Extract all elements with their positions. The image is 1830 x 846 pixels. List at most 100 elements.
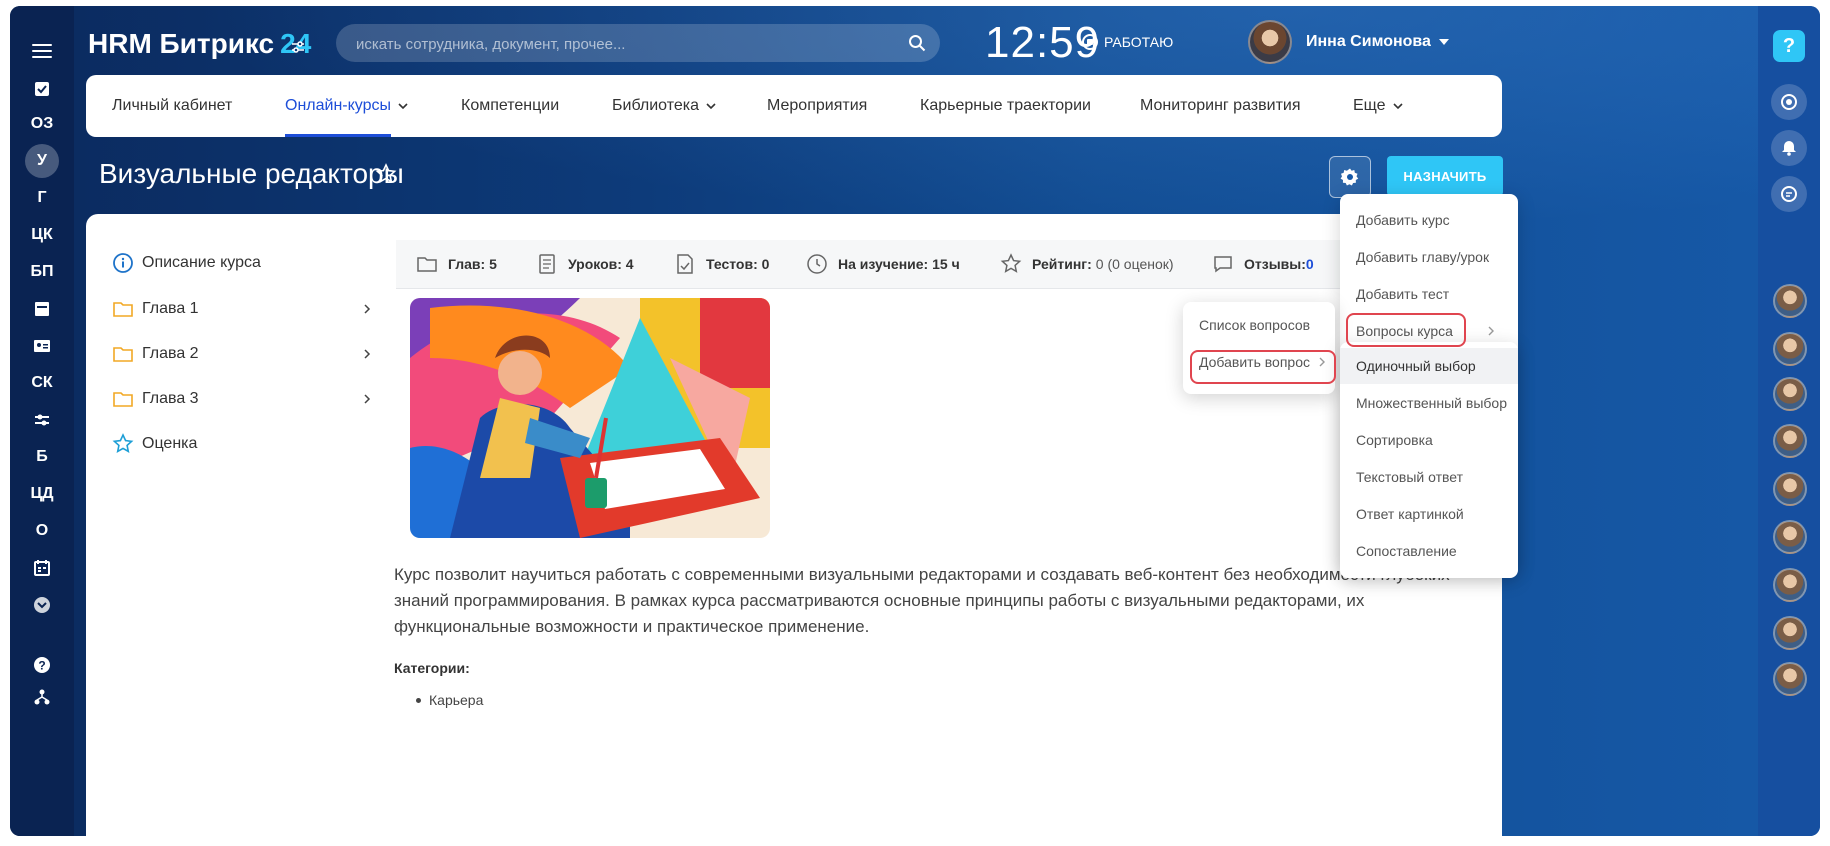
- help-icon[interactable]: ?: [20, 650, 64, 680]
- favorite-star-icon[interactable]: [374, 162, 398, 186]
- chevron-right-icon[interactable]: [362, 394, 372, 404]
- global-search[interactable]: [336, 24, 940, 64]
- more-down-icon[interactable]: [20, 590, 64, 620]
- stat-reviews[interactable]: Отзывы: 0: [1212, 240, 1314, 288]
- rail-item-cd[interactable]: ЦД: [20, 479, 64, 509]
- chevron-right-icon[interactable]: [362, 304, 372, 314]
- work-status[interactable]: РАБОТАЮ: [1082, 34, 1173, 50]
- avatar[interactable]: [1773, 568, 1807, 602]
- nav-label: Еще: [1353, 97, 1386, 114]
- search-input[interactable]: [354, 24, 898, 64]
- star-icon: [1000, 253, 1022, 273]
- chat-icon[interactable]: [1771, 176, 1807, 212]
- schedule-icon[interactable]: [20, 553, 64, 583]
- highlight-course-questions: [1346, 313, 1466, 347]
- avatar[interactable]: [1773, 616, 1807, 650]
- menu-item-text-answer[interactable]: Текстовый ответ: [1356, 459, 1463, 495]
- sidebar-label: Глава 3: [142, 390, 199, 407]
- menu-item-add-course[interactable]: Добавить курс: [1356, 202, 1450, 238]
- highlight-add-question: [1190, 350, 1336, 384]
- question-type-submenu: Одиночный выбор Множественный выбор Сорт…: [1340, 342, 1518, 578]
- sliders-icon[interactable]: [20, 405, 64, 435]
- contacts-icon[interactable]: [20, 331, 64, 361]
- avatar[interactable]: [1773, 284, 1807, 318]
- menu-item-single-choice[interactable]: Одиночный выбор: [1356, 348, 1476, 384]
- nav-item-events[interactable]: Мероприятия: [767, 75, 867, 137]
- stat-reviews-value[interactable]: 0: [1306, 256, 1314, 272]
- menu-item-add-test[interactable]: Добавить тест: [1356, 276, 1449, 312]
- search-icon[interactable]: [908, 34, 926, 52]
- avatar[interactable]: [1773, 424, 1807, 458]
- menu-item-multiple-choice[interactable]: Множественный выбор: [1356, 385, 1507, 421]
- sidebar-item-rating[interactable]: Оценка: [112, 429, 197, 459]
- stat-tests-text: Тестов: 0: [706, 256, 770, 272]
- copilot-icon[interactable]: [1771, 84, 1807, 120]
- tasks-icon[interactable]: [20, 74, 64, 104]
- sidebar-label: Оценка: [142, 435, 198, 452]
- caret-down-icon: [1438, 39, 1449, 45]
- rail-item-oz[interactable]: ОЗ: [20, 109, 64, 139]
- avatar[interactable]: [1773, 520, 1807, 554]
- sidebar-item-chapter-3[interactable]: Глава 3: [112, 384, 199, 414]
- chevron-right-icon[interactable]: [362, 349, 372, 359]
- menu-item-matching[interactable]: Сопоставление: [1356, 533, 1457, 569]
- menu-item-question-list[interactable]: Список вопросов: [1199, 307, 1310, 343]
- rail-item-u[interactable]: У: [20, 144, 64, 178]
- user-menu[interactable]: Инна Симонова: [1248, 20, 1449, 64]
- nav-item-competencies[interactable]: Компетенции: [461, 75, 559, 137]
- avatar[interactable]: [1773, 332, 1807, 366]
- sidebar-item-description[interactable]: Описание курса: [112, 248, 261, 278]
- user-name: Инна Симонова: [1306, 33, 1431, 50]
- logo-settings-icon[interactable]: [290, 39, 306, 55]
- avatar[interactable]: [1773, 472, 1807, 506]
- avatar[interactable]: [1773, 377, 1807, 411]
- stop-icon: [1082, 34, 1098, 50]
- avatar[interactable]: [1773, 662, 1807, 696]
- nav-label: Мероприятия: [767, 97, 868, 114]
- nav-item-monitoring[interactable]: Мониторинг развития: [1140, 75, 1301, 137]
- rail-item-bp[interactable]: БП: [20, 257, 64, 287]
- sidebar-item-chapter-2[interactable]: Глава 2: [112, 339, 199, 369]
- settings-button[interactable]: [1329, 156, 1371, 198]
- stat-reviews-label: Отзывы:: [1244, 256, 1306, 272]
- sidebar-label: Описание курса: [142, 254, 261, 271]
- right-rail: ?: [1758, 6, 1820, 836]
- rail-item-o[interactable]: О: [20, 516, 64, 546]
- stat-study-time: На изучение: 15 ч: [806, 240, 960, 288]
- nav-item-library[interactable]: Библиотека: [612, 75, 717, 137]
- test-file-icon: [677, 254, 693, 274]
- nav-label: Карьерные траектории: [920, 97, 1091, 114]
- document-icon: [539, 254, 555, 274]
- nav-item-career[interactable]: Карьерные траектории: [920, 75, 1091, 137]
- rail-item-g[interactable]: Г: [20, 183, 64, 213]
- help-button[interactable]: ?: [1773, 30, 1805, 62]
- menu-item-add-chapter[interactable]: Добавить главу/урок: [1356, 239, 1489, 275]
- clock-icon: [807, 254, 827, 274]
- structure-icon[interactable]: [20, 682, 64, 712]
- chevron-down-icon: [1392, 103, 1403, 110]
- stat-rating-value: 0 (0 оценок): [1095, 256, 1174, 272]
- category-item: Карьера: [416, 690, 483, 710]
- course-description: Курс позволит научиться работать с совре…: [394, 565, 1450, 636]
- app-logo[interactable]: HRM Битрикс24: [88, 28, 311, 60]
- assign-button[interactable]: НАЗНАЧИТЬ: [1387, 156, 1503, 196]
- bell-icon[interactable]: [1771, 130, 1807, 166]
- stat-lessons: Уроков: 4: [536, 240, 634, 288]
- calendar-icon[interactable]: [20, 294, 64, 324]
- nav-item-online-courses[interactable]: Онлайн-курсы: [285, 75, 409, 137]
- sidebar-item-chapter-1[interactable]: Глава 1: [112, 294, 199, 324]
- nav-item-personal[interactable]: Личный кабинет: [112, 75, 232, 137]
- rail-item-sk[interactable]: СК: [20, 368, 64, 398]
- menu-icon[interactable]: [32, 40, 52, 62]
- nav-label: Мониторинг развития: [1140, 97, 1301, 114]
- chevron-down-icon: [398, 103, 408, 110]
- stat-tests: Тестов: 0: [674, 240, 769, 288]
- menu-item-sorting[interactable]: Сортировка: [1356, 422, 1433, 458]
- app-window: ОЗ У Г ЦК БП СК Б ЦД О ? HRM Битрикс иск…: [10, 6, 1820, 836]
- rail-item-b[interactable]: Б: [20, 442, 64, 472]
- left-rail: ОЗ У Г ЦК БП СК Б ЦД О ?: [10, 6, 74, 836]
- folder-icon: [113, 302, 133, 317]
- rail-item-ck[interactable]: ЦК: [20, 220, 64, 250]
- nav-item-more[interactable]: Еще: [1353, 75, 1404, 137]
- menu-item-picture-answer[interactable]: Ответ картинкой: [1356, 496, 1464, 532]
